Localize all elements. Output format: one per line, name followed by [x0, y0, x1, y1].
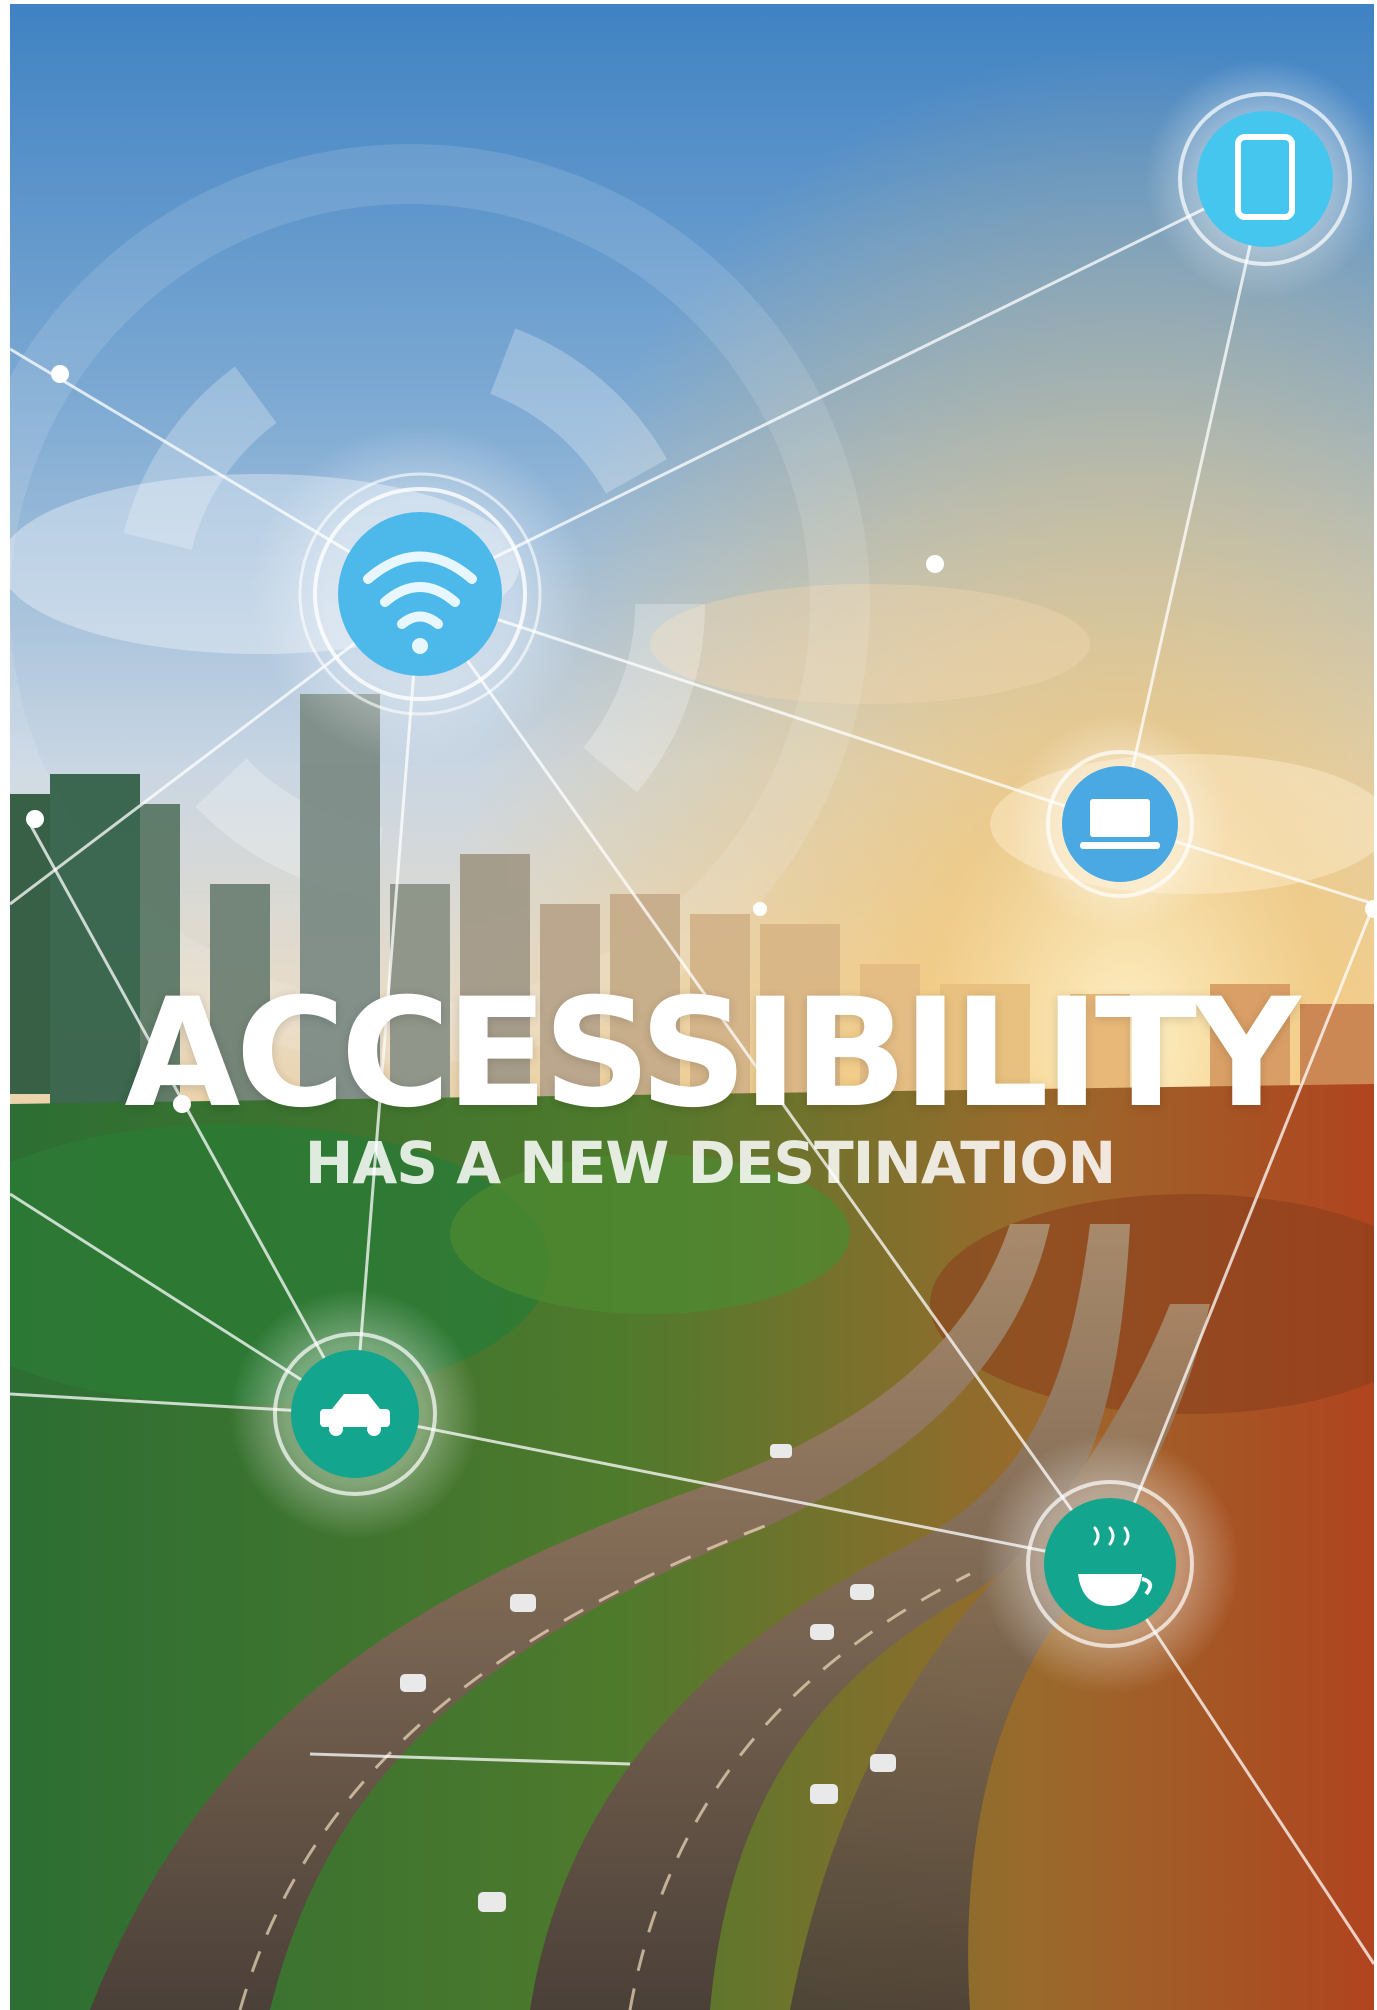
- poster: ACCESSIBILITY HAS A NEW DESTINATION: [10, 4, 1374, 2010]
- coffee-node: [980, 1434, 1240, 1694]
- laptop-node: [1010, 714, 1230, 934]
- subheadline: HAS A NEW DESTINATION: [304, 1129, 1116, 1197]
- car-node: [230, 1289, 480, 1539]
- wifi-node: [250, 424, 590, 764]
- headline: ACCESSIBILITY: [124, 967, 1300, 1141]
- tablet-node: [1145, 59, 1374, 299]
